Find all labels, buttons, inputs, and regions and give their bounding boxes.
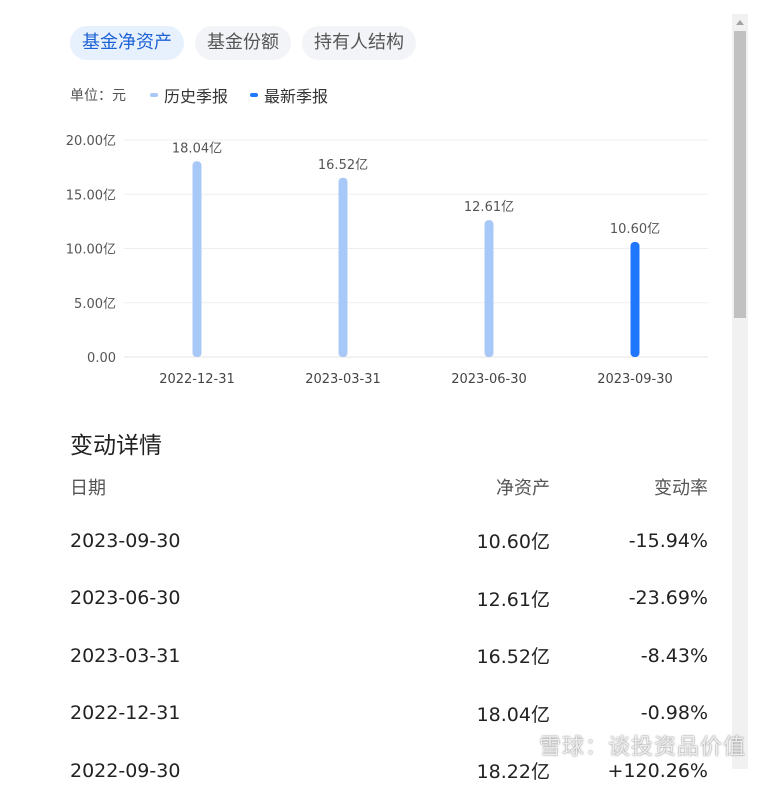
row-change-rate: -23.69% [628, 587, 708, 610]
header-net-assets: 净资产 [496, 478, 550, 499]
y-tick-label: 10.00亿 [66, 243, 116, 258]
x-tick-label: 2023-06-30 [451, 372, 527, 387]
tab-holder-structure[interactable]: 持有人结构 [302, 26, 416, 60]
bar[interactable] [484, 220, 494, 357]
x-tick-label: 2023-09-30 [597, 372, 673, 387]
legend-swatch-latest [250, 93, 259, 97]
net-assets-bar-chart: 0.00 5.00亿 10.00亿 15.00亿 20.00亿 18.04亿 2022-12… [66, 134, 708, 387]
bar-value-label: 18.04亿 [172, 141, 222, 156]
x-tick-label: 2022-12-31 [159, 372, 235, 387]
legend-label-history: 历史季报 [164, 87, 229, 106]
row-change-rate: +120.26% [607, 759, 708, 782]
table-header: 日期 净资产 变动率 [70, 470, 710, 504]
row-date: 2023-06-30 [70, 587, 181, 610]
legend-item-history[interactable]: 历史季报 [150, 83, 228, 107]
unit-label: 单位：元 [70, 88, 126, 104]
table-row: 2023-09-30 10.60亿 -15.94% [70, 512, 710, 570]
row-net-assets: 18.22亿 [476, 761, 550, 784]
row-change-rate: -8.43% [640, 644, 708, 667]
legend-label-latest: 最新季报 [264, 87, 329, 106]
row-net-assets: 12.61亿 [476, 588, 550, 611]
table-row: 2023-03-31 16.52亿 -8.43% [70, 627, 710, 685]
row-date: 2022-09-30 [70, 759, 181, 782]
detail-section-title: 变动详情 [70, 433, 162, 459]
row-date: 2023-03-31 [70, 644, 181, 667]
bar-value-label: 12.61亿 [464, 200, 514, 215]
y-tick-label: 5.00亿 [74, 297, 116, 312]
header-date: 日期 [70, 478, 106, 499]
row-net-assets: 10.60亿 [476, 531, 550, 554]
watermark: 雪球：谈投资品价值 [538, 735, 746, 760]
row-date: 2023-09-30 [70, 529, 181, 552]
tab-net-assets[interactable]: 基金净资产 [70, 26, 184, 60]
tab-bar: 基金净资产 基金份额 持有人结构 [70, 26, 416, 60]
bar[interactable] [338, 177, 348, 357]
row-change-rate: -0.98% [640, 702, 708, 725]
vertical-scrollbar[interactable] [732, 14, 748, 769]
y-tick-label: 20.00亿 [66, 134, 116, 149]
bar[interactable] [630, 241, 640, 357]
x-tick-label: 2023-03-31 [305, 372, 381, 387]
bar-value-label: 16.52亿 [318, 158, 368, 173]
legend-swatch-history [150, 93, 158, 97]
tab-fund-shares[interactable]: 基金份额 [195, 26, 291, 60]
scroll-up-arrow-icon[interactable] [732, 14, 748, 30]
row-net-assets: 18.04亿 [476, 703, 550, 726]
y-tick-label: 15.00亿 [66, 188, 116, 203]
row-change-rate: -15.94% [628, 529, 708, 552]
bar[interactable] [192, 161, 202, 357]
legend-item-latest[interactable]: 最新季报 [250, 83, 328, 107]
scrollbar-thumb[interactable] [734, 31, 746, 318]
row-net-assets: 16.52亿 [476, 646, 550, 669]
chart-legend: 单位：元 历史季报 最新季报 [70, 83, 350, 107]
row-date: 2022-12-31 [70, 702, 181, 725]
y-tick-label: 0.00 [87, 351, 116, 366]
header-change-rate: 变动率 [654, 478, 708, 499]
table-row: 2023-06-30 12.61亿 -23.69% [70, 570, 710, 628]
bar-value-label: 10.60亿 [610, 222, 660, 237]
